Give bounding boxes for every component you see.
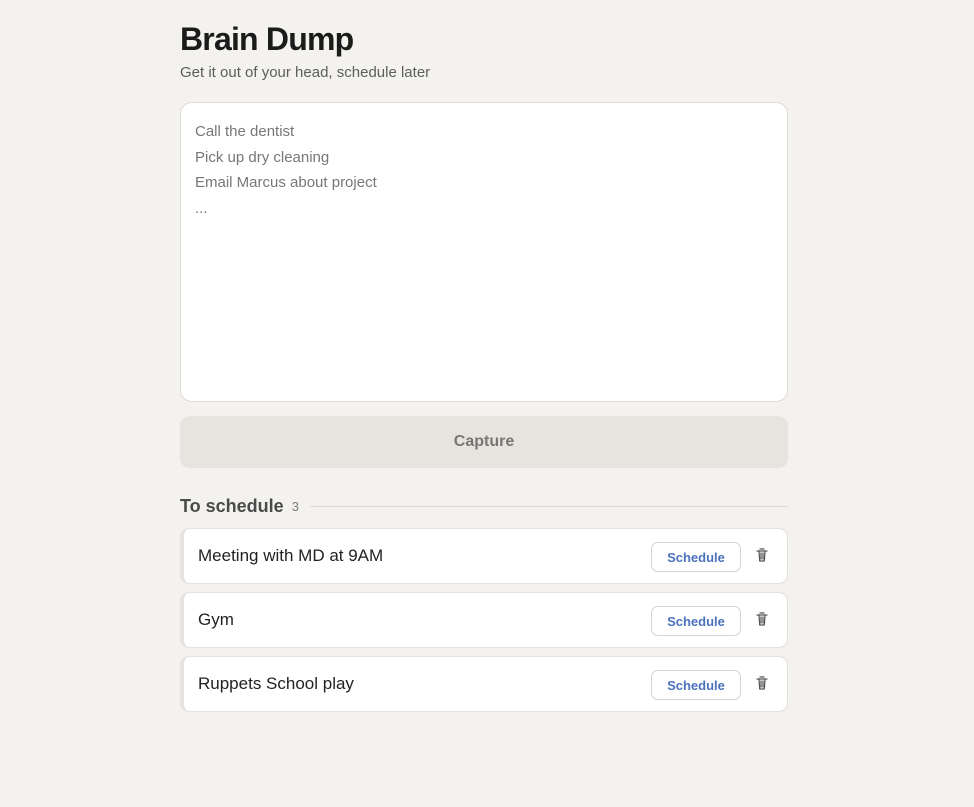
task-row: Gym Schedule — [180, 592, 788, 648]
page-title: Brain Dump — [180, 21, 354, 57]
task-label: Meeting with MD at 9AM — [198, 546, 384, 565]
task-label: Gym — [198, 610, 234, 629]
schedule-button[interactable]: Schedule — [651, 606, 741, 636]
trash-icon[interactable] — [754, 610, 770, 628]
section-title: To schedule — [180, 495, 284, 516]
schedule-button[interactable]: Schedule — [651, 542, 741, 572]
trash-icon[interactable] — [754, 674, 770, 692]
placeholder-line: ... — [195, 199, 208, 217]
capture-button[interactable]: Capture — [180, 416, 788, 468]
placeholder-line: Email Marcus about project — [195, 174, 377, 192]
placeholder-line: Call the dentist — [195, 123, 295, 140]
page-subtitle: Get it out of your head, schedule later — [180, 64, 431, 81]
schedule-button[interactable]: Schedule — [651, 670, 741, 700]
task-list: Meeting with MD at 9AM Schedule Gym Sche… — [180, 528, 788, 720]
section-divider — [309, 505, 788, 507]
task-label: Ruppets School play — [198, 674, 354, 693]
task-row: Ruppets School play Schedule — [180, 656, 788, 712]
brain-dump-textarea[interactable]: Call the dentist Pick up dry cleaning Em… — [180, 102, 788, 402]
section-count: 3 — [291, 498, 299, 514]
to-schedule-header: To schedule 3 — [180, 494, 788, 518]
trash-icon[interactable] — [754, 546, 770, 564]
task-row: Meeting with MD at 9AM Schedule — [180, 528, 788, 584]
placeholder-line: Pick up dry cleaning — [195, 148, 330, 166]
